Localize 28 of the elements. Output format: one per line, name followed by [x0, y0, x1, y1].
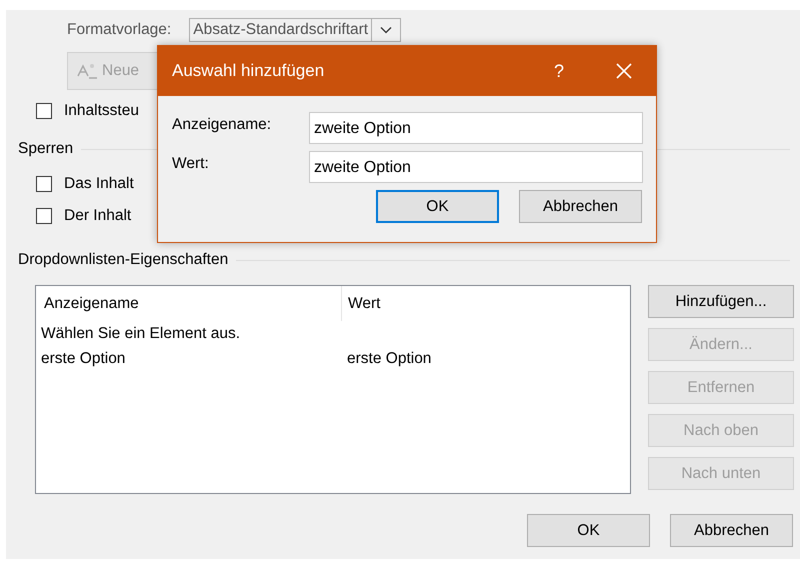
style-dropdown[interactable]: Absatz-Standardschriftart — [189, 18, 402, 42]
dialog-button[interactable]: OK — [527, 514, 650, 547]
checkbox-label: Der Inhalt — [64, 207, 132, 225]
list-cell-text: erste Option — [40, 350, 126, 368]
column-header[interactable]: Wert — [341, 286, 380, 321]
dialog-button[interactable]: Abbrechen — [670, 514, 793, 547]
dialog-button[interactable]: OK — [376, 190, 499, 223]
dialog-button[interactable]: Abbrechen — [519, 190, 642, 223]
checkbox-label: Das Inhalt — [64, 175, 134, 193]
column-header[interactable]: Anzeigename — [36, 286, 341, 321]
field-label: Wert: — [172, 154, 210, 173]
list-cell-text: erste Option — [346, 350, 432, 368]
checkbox[interactable] — [36, 208, 52, 224]
field-label: Anzeigename: — [172, 115, 272, 134]
input-field[interactable]: zweite Option — [309, 151, 643, 183]
chevron-down-icon — [380, 26, 392, 34]
checkbox[interactable] — [36, 103, 52, 119]
group-title: Dropdownlisten-Eigenschaften — [18, 251, 228, 269]
style-label: Formatvorlage: — [67, 21, 172, 39]
style-icon — [76, 62, 98, 80]
list-cell-text: Wählen Sie ein Element aus. — [40, 324, 242, 342]
checkbox[interactable] — [36, 176, 52, 192]
side-button[interactable]: Hinzufügen... — [648, 285, 794, 318]
help-button[interactable]: ? — [554, 60, 564, 82]
input-field[interactable]: zweite Option — [309, 112, 643, 144]
group-title: Sperren — [18, 140, 74, 158]
checkbox-label: Inhaltssteu — [64, 102, 139, 120]
close-icon[interactable] — [616, 63, 632, 79]
